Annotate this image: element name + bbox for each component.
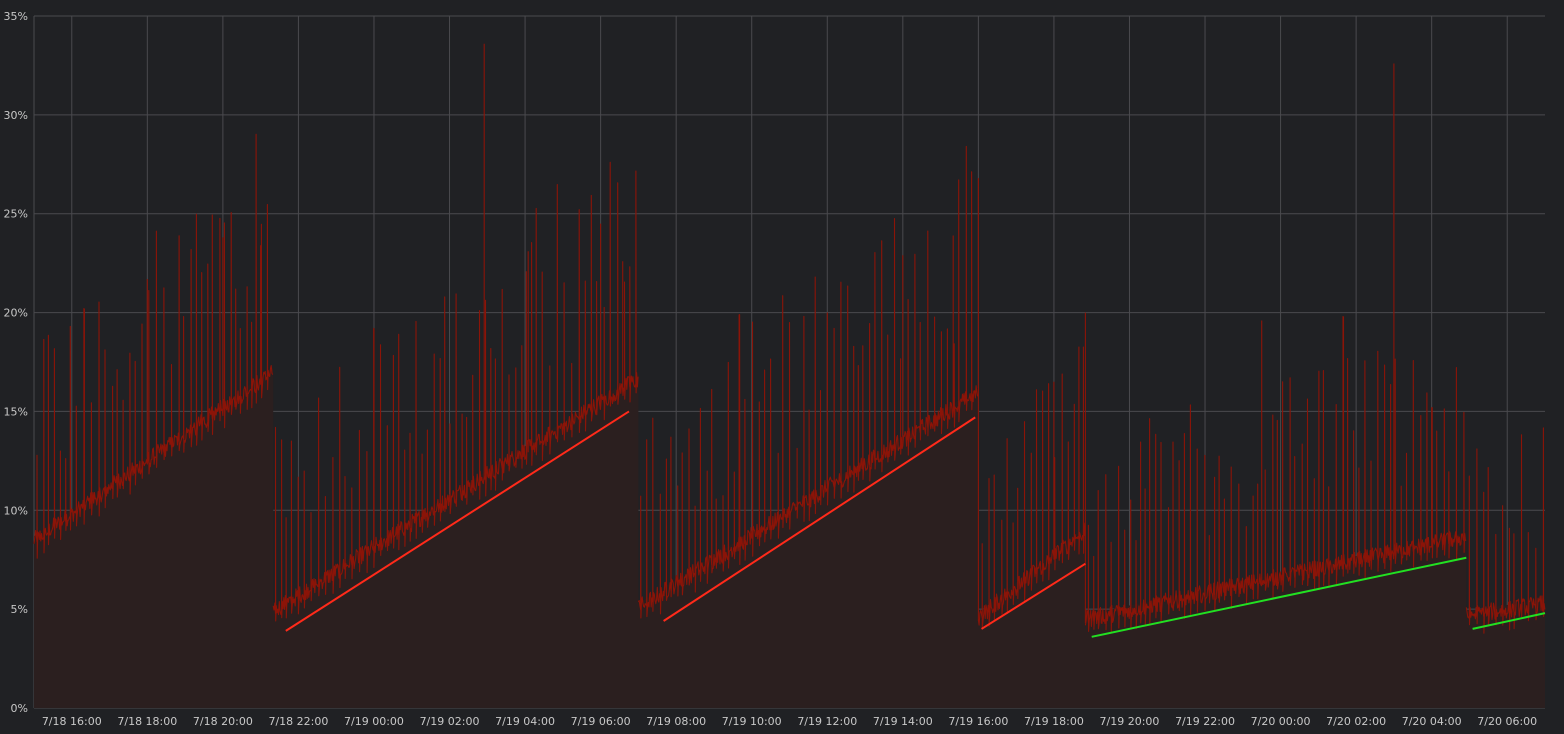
x-tick-label: 7/19 18:00 [1024,715,1084,728]
x-tick-label: 7/19 12:00 [797,715,857,728]
y-tick-label: 35% [4,10,28,23]
x-tick-label: 7/20 04:00 [1402,715,1462,728]
x-tick-label: 7/19 20:00 [1100,715,1160,728]
x-tick-label: 7/20 02:00 [1326,715,1386,728]
x-tick-label: 7/18 22:00 [268,715,328,728]
y-tick-label: 30% [4,109,28,122]
y-axis: 0% 5% 10% 15% 20% 25% 30% 35% [4,10,28,715]
x-tick-label: 7/18 18:00 [117,715,177,728]
x-tick-label: 7/20 00:00 [1251,715,1311,728]
x-tick-label: 7/19 14:00 [873,715,933,728]
x-tick-label: 7/19 10:00 [722,715,782,728]
x-tick-label: 7/19 04:00 [495,715,555,728]
x-tick-label: 7/20 06:00 [1477,715,1537,728]
x-tick-label: 7/19 00:00 [344,715,404,728]
y-tick-label: 25% [4,208,28,221]
x-tick-label: 7/19 02:00 [420,715,480,728]
x-tick-label: 7/19 22:00 [1175,715,1235,728]
x-tick-label: 7/19 08:00 [646,715,706,728]
x-tick-label: 7/19 16:00 [948,715,1008,728]
x-axis: 7/18 16:00 7/18 18:00 7/18 20:00 7/18 22:00… [42,715,1537,728]
plot-area [33,43,1546,708]
x-tick-label: 7/18 16:00 [42,715,102,728]
y-tick-label: 5% [11,603,28,616]
x-tick-label: 7/18 20:00 [193,715,253,728]
y-tick-label: 15% [4,405,28,418]
x-tick-label: 7/19 06:00 [571,715,631,728]
percent-time-series-chart: 0% 5% 10% 15% 20% 25% 30% 35% 7/18 16:00 7/18 18… [4,10,1546,728]
y-tick-label: 20% [4,307,28,320]
y-tick-label: 10% [4,504,28,517]
y-tick-label: 0% [11,702,28,715]
